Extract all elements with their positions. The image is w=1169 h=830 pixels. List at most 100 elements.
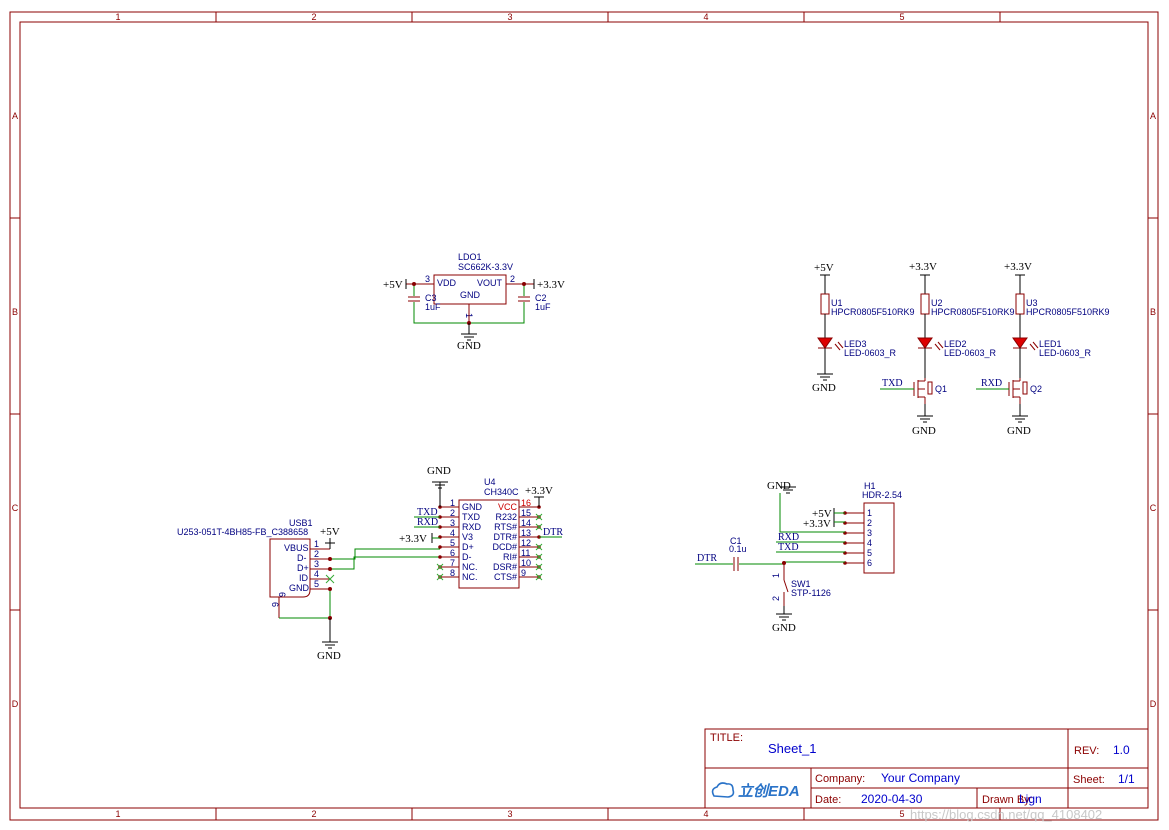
h1-gnd-net: GND bbox=[767, 480, 791, 492]
title-block: TITLE: Sheet_1 REV: 1.0 Company: Your Co… bbox=[704, 728, 1149, 809]
tb-rev-value: 1.0 bbox=[1113, 743, 1130, 757]
zone-col-5-top: 5 bbox=[899, 12, 904, 22]
usb-pinnum-6: 6 bbox=[277, 592, 287, 597]
ch340-pinnum-4: 4 bbox=[450, 528, 455, 538]
ch340-ref: U4 bbox=[484, 477, 496, 487]
easyeda-logo: 立创EDA bbox=[738, 782, 800, 800]
zone-row-a-left: A bbox=[12, 111, 18, 121]
usb-pin-gnd: GND bbox=[289, 583, 310, 593]
usb-pinnum-1: 1 bbox=[314, 539, 319, 549]
led-section[interactable]: +5V U1 HPCR0805F510RK9 LED3 LED-0603_R G… bbox=[812, 261, 1110, 437]
led-column-1[interactable]: +5V U1 HPCR0805F510RK9 LED3 LED-0603_R G… bbox=[812, 262, 915, 394]
zone-row-a-right: A bbox=[1150, 111, 1156, 121]
ch340-pin-dot-5 bbox=[438, 545, 442, 549]
sw1-part: STP-1126 bbox=[791, 588, 831, 598]
q1-gate-net: TXD bbox=[882, 378, 903, 389]
ch340-gnd-net: GND bbox=[427, 465, 451, 477]
ch340-right-pins: 16VCC15 R232 14 RTS# 13 DTR# 12 DCD# 11 RI# 10 DSR#… bbox=[492, 498, 543, 582]
ch340-pinname-12: DCD# bbox=[492, 542, 517, 552]
ch340-pinnum-11: 11 bbox=[521, 548, 530, 558]
led2-diode[interactable] bbox=[917, 337, 933, 349]
usb-pinnum-4: 4 bbox=[314, 569, 319, 579]
usb-pinnum-2: 2 bbox=[314, 549, 319, 559]
ch340-pinname-1: GND bbox=[462, 502, 483, 512]
q2-mosfet[interactable] bbox=[1008, 378, 1028, 404]
u3-resistor[interactable] bbox=[1015, 293, 1025, 315]
ch340-section[interactable]: U4 CH340C 1 GND2 TXD3 RXD4 V35 D+6 D-7 NC.8 NC. … bbox=[399, 465, 563, 589]
led-column-3[interactable]: +3.3V U3 HPCR0805F510RK9 LED1 LED-0603_R bbox=[976, 261, 1110, 437]
ch340-pinname-16: VCC bbox=[498, 502, 518, 512]
led1-part: LED-0603_R bbox=[1039, 348, 1092, 358]
c2-value: 1uF bbox=[535, 302, 551, 312]
led3-part: LED-0603_R bbox=[844, 348, 897, 358]
led1-rail-net: +5V bbox=[814, 262, 834, 274]
usb-part: U253-051T-4BH85-FB_C388658 bbox=[177, 527, 308, 537]
zone-col-3-top: 3 bbox=[507, 12, 512, 22]
u3-part: HPCR0805F510RK9 bbox=[1026, 307, 1110, 317]
ch340-pinname-9: CTS# bbox=[494, 572, 517, 582]
ch340-pinname-6: D- bbox=[462, 552, 472, 562]
tb-company-value: Your Company bbox=[881, 771, 960, 785]
usb-pin-vbus: VBUS bbox=[284, 543, 309, 553]
ch340-pinname-11: RI# bbox=[503, 552, 517, 562]
u1-resistor[interactable] bbox=[820, 293, 830, 315]
ch340-pinname-8: NC. bbox=[462, 572, 478, 582]
tb-date-label: Date: bbox=[815, 794, 841, 806]
easyeda-cloud-icon bbox=[711, 782, 735, 798]
header-section[interactable]: H1 HDR-2.54 123456 GND +5V +3.3V RXD TXD… bbox=[695, 480, 902, 634]
ch340-pinnum-2: 2 bbox=[450, 508, 455, 518]
ch340-pinname-14: RTS# bbox=[494, 522, 517, 532]
ch340-pinnum-12: 12 bbox=[521, 538, 531, 548]
u2-resistor[interactable] bbox=[920, 293, 930, 315]
led-column-2[interactable]: +3.3V U2 HPCR0805F510RK9 LED2 LED-0603_R bbox=[880, 261, 1015, 437]
tb-drawn-by-value: Lign bbox=[1019, 792, 1042, 806]
zone-col-1-bottom: 1 bbox=[115, 809, 120, 819]
led3-diode[interactable] bbox=[817, 337, 833, 349]
ch340-pinname-2: TXD bbox=[462, 512, 481, 522]
ch340-pinnum-9: 9 bbox=[521, 568, 526, 578]
sheet-frame: 1 2 3 4 5 1 2 3 4 5 A B C D A B C D bbox=[9, 11, 1159, 821]
led1b-rail-net: +3.3V bbox=[1004, 261, 1032, 273]
u2-part: HPCR0805F510RK9 bbox=[931, 307, 1015, 317]
ldo-pin-gnd: GND bbox=[460, 290, 481, 300]
ldo-junction-out bbox=[522, 282, 526, 286]
schematic-canvas: 1 2 3 4 5 1 2 3 4 5 A B C D A B C D LDO1… bbox=[9, 11, 1159, 822]
c3-value: 1uF bbox=[425, 302, 441, 312]
ldo-pin-vdd: VDD bbox=[437, 278, 457, 288]
ch340-pinname-10: DSR# bbox=[493, 562, 517, 572]
h1-3v3-net: +3.3V bbox=[803, 518, 831, 530]
ch340-pinname-5: D+ bbox=[462, 542, 474, 552]
ch340-pinnum-7: 7 bbox=[450, 558, 455, 568]
led1-diode[interactable] bbox=[1012, 337, 1028, 349]
ch340-pinname-4: V3 bbox=[462, 532, 473, 542]
ldo-pinnum-3: 3 bbox=[425, 274, 430, 284]
ch340-v3-net: +3.3V bbox=[399, 533, 427, 545]
ch340-pinnum-5: 5 bbox=[450, 538, 455, 548]
ch340-pinname-7: NC. bbox=[462, 562, 478, 572]
ldo-section[interactable]: LDO1 SC662K-3.3V VDD VOUT GND 3 2 1 +5V … bbox=[383, 252, 565, 352]
ldo-ref: LDO1 bbox=[458, 252, 482, 262]
h1-part: HDR-2.54 bbox=[862, 490, 902, 500]
tb-company-label: Company: bbox=[815, 773, 865, 785]
ch340-pinnum-1: 1 bbox=[450, 498, 455, 508]
ch340-pinnum-13: 13 bbox=[521, 528, 531, 538]
sw1-contact[interactable] bbox=[783, 579, 789, 593]
q2-gnd-net: GND bbox=[1007, 425, 1031, 437]
ch340-pinname-3: RXD bbox=[462, 522, 482, 532]
u1-part: HPCR0805F510RK9 bbox=[831, 307, 915, 317]
zone-col-4-bottom: 4 bbox=[703, 809, 708, 819]
ch340-pinnum-6: 6 bbox=[450, 548, 455, 558]
ch340-pinnum-15: 15 bbox=[521, 508, 531, 518]
zone-row-b-right: B bbox=[1150, 307, 1156, 317]
h1-txd-net: TXD bbox=[778, 542, 799, 553]
ldo-gnd-net: GND bbox=[457, 340, 481, 352]
usb-pin-dplus: D+ bbox=[297, 563, 309, 573]
ldo-in-net: +5V bbox=[383, 279, 403, 291]
sw1-gnd-net: GND bbox=[772, 622, 796, 634]
ch340-rxd-net: RXD bbox=[417, 517, 438, 528]
sw1-pin-1: 1 bbox=[771, 573, 781, 578]
ch340-part: CH340C bbox=[484, 487, 519, 497]
q1-mosfet[interactable] bbox=[913, 378, 933, 404]
ch340-pinnum-10: 10 bbox=[521, 558, 531, 568]
led3-gnd-net: GND bbox=[812, 382, 836, 394]
